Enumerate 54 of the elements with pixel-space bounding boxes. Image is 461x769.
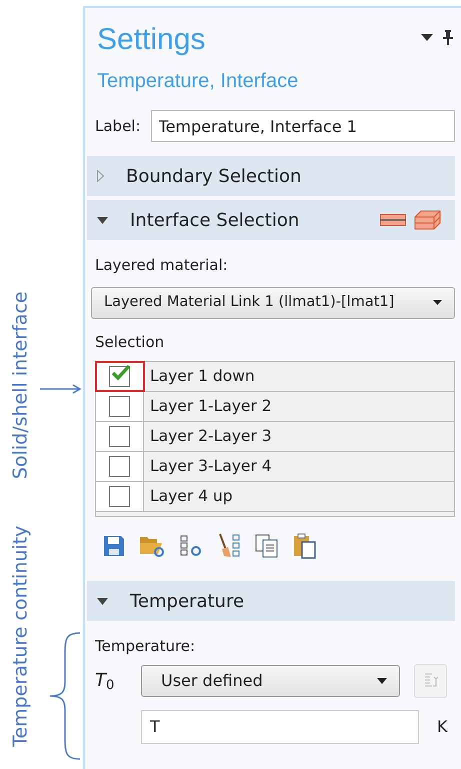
curly-brace-icon bbox=[47, 632, 81, 760]
variable-symbol: T$_{0}$ bbox=[95, 669, 116, 694]
collapse-caret-icon[interactable] bbox=[97, 598, 108, 604]
dropdown-arrow-icon bbox=[377, 678, 387, 684]
copy-icon[interactable] bbox=[255, 534, 279, 558]
dropdown-arrow-icon[interactable] bbox=[421, 34, 433, 41]
layers-icon[interactable] bbox=[380, 214, 406, 226]
field-label: Layered material: bbox=[95, 255, 229, 276]
layer-name: Layer 1 down bbox=[149, 366, 255, 387]
expand-caret-icon[interactable] bbox=[97, 170, 104, 182]
layer-row[interactable]: Layer 3-Layer 4 bbox=[96, 452, 454, 482]
arrow-icon bbox=[40, 384, 82, 394]
layer-row[interactable]: Layer 4 up bbox=[96, 482, 454, 512]
panel-subtitle: Temperature, Interface bbox=[96, 69, 300, 94]
folder-refresh-icon[interactable] bbox=[139, 534, 165, 558]
annotation-label: Solid/shell interface bbox=[10, 291, 32, 479]
temperature-field[interactable]: T bbox=[141, 710, 419, 744]
section-title: Boundary Selection bbox=[126, 164, 302, 188]
field-label: Temperature: bbox=[95, 636, 196, 657]
unit-label: K bbox=[437, 716, 448, 738]
checkbox[interactable] bbox=[109, 366, 130, 387]
layer-name: Layer 1-Layer 2 bbox=[149, 396, 272, 417]
pin-icon[interactable] bbox=[443, 30, 453, 45]
layer-name: Layer 4 up bbox=[149, 486, 233, 507]
layer-row[interactable]: Layer 1 down bbox=[96, 362, 454, 392]
section-header[interactable]: Boundary Selection bbox=[87, 156, 455, 196]
checklist-refresh-icon[interactable] bbox=[179, 534, 203, 558]
brush-checklist-icon[interactable] bbox=[217, 533, 241, 559]
checkbox[interactable] bbox=[109, 486, 130, 507]
layer-row[interactable]: Layer 2-Layer 3 bbox=[96, 422, 454, 452]
panel-title: Settings bbox=[97, 22, 206, 58]
section-header[interactable]: Interface Selection bbox=[87, 200, 455, 240]
document-arrow-icon bbox=[424, 672, 438, 690]
paste-icon[interactable] bbox=[293, 533, 317, 559]
section-header[interactable]: Temperature bbox=[87, 581, 455, 621]
layer-name: Layer 2-Layer 3 bbox=[149, 426, 272, 447]
section-title: Interface Selection bbox=[130, 208, 300, 232]
layer-name: Layer 3-Layer 4 bbox=[149, 456, 272, 477]
material-dropdown[interactable]: Layered Material Link 1 (llmat1)-[lmat1] bbox=[91, 286, 455, 318]
section-title: Temperature bbox=[130, 590, 244, 614]
layer-row[interactable]: Layer 1-Layer 2 bbox=[96, 392, 454, 422]
label-field[interactable]: Temperature, Interface 1 bbox=[150, 110, 455, 142]
checkmark-icon bbox=[111, 364, 131, 382]
save-icon[interactable] bbox=[103, 535, 125, 557]
checkbox[interactable] bbox=[109, 396, 130, 417]
collapse-caret-icon[interactable] bbox=[97, 216, 108, 224]
field-label: Label: bbox=[95, 116, 141, 137]
annotation-label: Temperature continuity bbox=[10, 525, 32, 747]
temperature-dropdown[interactable]: User defined bbox=[141, 664, 400, 696]
layered-block-icon[interactable] bbox=[414, 210, 441, 230]
checkbox[interactable] bbox=[109, 456, 130, 477]
dropdown-arrow-icon bbox=[433, 300, 442, 305]
checkbox[interactable] bbox=[109, 426, 130, 447]
field-label: Selection bbox=[95, 332, 166, 352]
